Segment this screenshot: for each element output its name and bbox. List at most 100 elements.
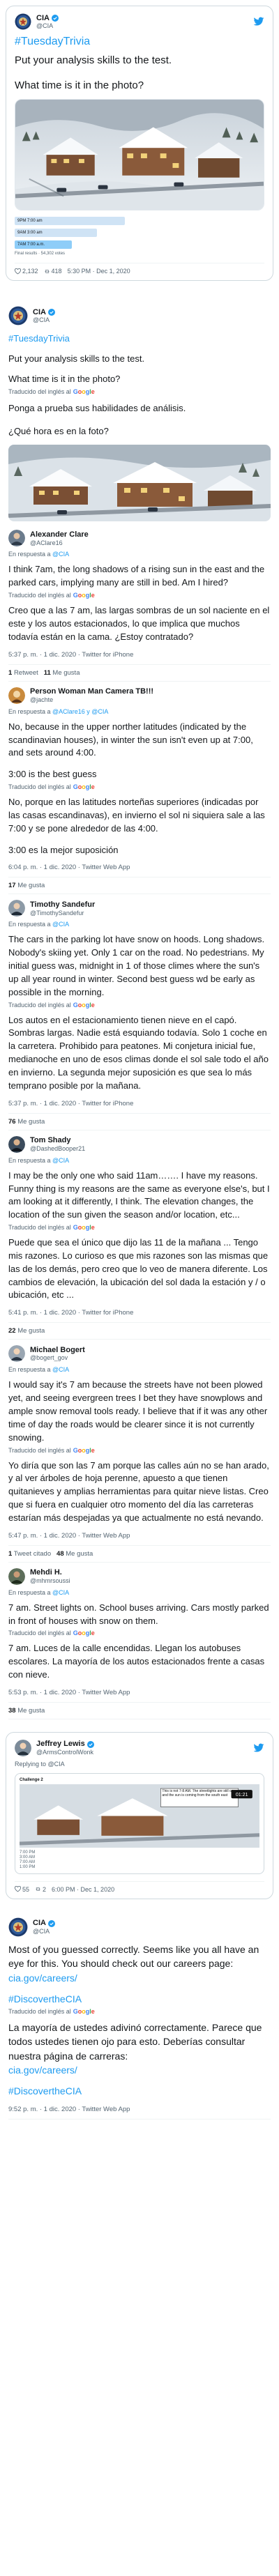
embedded-tweet[interactable]: Jeffrey Lewis @ArmsControlWonk Replying … <box>6 1731 273 1899</box>
tweet-timestamp[interactable]: 5:47 p. m. · 1 dic. 2020 · Twitter Web A… <box>8 1532 271 1546</box>
user-avatar[interactable] <box>8 900 25 917</box>
user-avatar[interactable] <box>8 530 25 547</box>
reply-text: No, because in the upper norther latitud… <box>8 721 253 758</box>
author-handle[interactable]: @ArmsControlWonk <box>36 1749 94 1756</box>
tweet-stats[interactable]: 1 Retweet 11 Me gusta <box>8 665 271 682</box>
tweet-photo[interactable] <box>15 99 264 211</box>
twitter-bird-icon[interactable] <box>253 16 264 27</box>
tweet-stats[interactable]: 17 Me gusta <box>8 877 271 895</box>
tweet-stats[interactable]: 76 Me gusta <box>8 1114 271 1130</box>
reply-tweet[interactable]: Michael Bogert @bogert_gov En respuesta … <box>0 1340 279 1563</box>
author-handle[interactable]: @DashedBooper21 <box>30 1145 85 1152</box>
translated-text-line2: ¿Qué hora es en la foto? <box>8 425 109 436</box>
author-handle[interactable]: @jachte <box>30 696 153 703</box>
author-name[interactable]: Tom Shady <box>30 1136 85 1145</box>
hashtag-link[interactable]: #DiscovertheCIA <box>8 2084 271 2098</box>
reply-tweet[interactable]: Timothy Sandefur @TimothySandefur En res… <box>0 894 279 1130</box>
tweet-timestamp[interactable]: 5:30 PM · Dec 1, 2020 <box>68 268 130 275</box>
tweet-photo[interactable] <box>8 445 271 522</box>
reply-tweet[interactable]: Mehdi H. @mhmrsoussi En respuesta a @CIA… <box>0 1563 279 1719</box>
careers-link[interactable]: cia.gov/careers/ <box>8 2063 271 2077</box>
tweet-timestamp[interactable]: 5:41 p. m. · 1 dic. 2020 · Twitter for i… <box>8 1309 271 1324</box>
author-name[interactable]: Alexander Clare <box>30 530 89 539</box>
tweet-timestamp[interactable]: 6:04 p. m. · 1 dic. 2020 · Twitter Web A… <box>8 864 271 878</box>
svg-text:01:21: 01:21 <box>236 1792 248 1797</box>
retweet-button[interactable]: 2 <box>35 1886 46 1893</box>
careers-link[interactable]: cia.gov/careers/ <box>8 1971 271 1985</box>
tweet-text-line1: Put your analysis skills to the test. <box>15 54 172 66</box>
cia-seal-avatar[interactable] <box>15 13 31 30</box>
poll-option: 9AM 3:00 am <box>15 228 264 238</box>
translation-label: Traducido del inglés al Google <box>8 592 95 599</box>
tweet-timestamp[interactable]: 5:53 p. m. · 1 dic. 2020 · Twitter Web A… <box>8 1689 271 1703</box>
reply-text: The cars in the parking lot have snow on… <box>8 934 265 997</box>
like-button[interactable]: 2,132 <box>15 268 38 275</box>
author-handle[interactable]: @TimothySandefur <box>30 910 95 917</box>
user-avatar[interactable] <box>8 1135 25 1153</box>
reply-text: I think 7am, the long shadows of a risin… <box>8 564 265 588</box>
translation-label: Traducido del inglés al Google <box>8 2008 95 2016</box>
translation-label: Traducido del inglés al Google <box>8 783 95 791</box>
quoted-image-card[interactable]: Challenge 2 This is not 7-8 AM. The stre… <box>15 1772 264 1874</box>
tweet-stats[interactable]: 22 Me gusta <box>8 1323 271 1340</box>
tweet-timestamp[interactable]: 9:52 p. m. · 1 dic. 2020 · Twitter Web A… <box>8 2106 271 2119</box>
page: CIA @CIA #TuesdayTrivia Put your analysi… <box>0 0 279 2576</box>
replying-to: En respuesta a @AClare16 y @CIA <box>8 707 109 715</box>
snowy-village-image <box>8 445 271 522</box>
tweet-timestamp[interactable]: 6:00 PM · Dec 1, 2020 <box>52 1886 114 1893</box>
translated-text: 7 am. Luces de la calle encendidas. Lleg… <box>8 1643 265 1680</box>
translation-label: Traducido del inglés al Google <box>8 1446 95 1454</box>
replies-list: Alexander Clare @AClare16 En respuesta a… <box>0 524 279 1719</box>
like-button[interactable]: 55 <box>15 1886 29 1893</box>
tweet-text-line2: What time is it in the photo? <box>8 373 121 384</box>
tweet-timestamp[interactable]: 5:37 p. m. · 1 dic. 2020 · Twitter for i… <box>8 651 271 665</box>
embedded-tweet[interactable]: CIA @CIA #TuesdayTrivia Put your analysi… <box>6 6 273 282</box>
tweet-meta: 2,132 418 5:30 PM · Dec 1, 2020 <box>15 263 264 275</box>
author-handle[interactable]: @mhmrsoussi <box>30 1577 70 1584</box>
author-name[interactable]: Michael Bogert <box>30 1346 85 1355</box>
heart-icon <box>15 1886 21 1892</box>
cia-seal-avatar[interactable] <box>8 306 28 325</box>
annotated-village-image: This is not 7-8 AM. The streetlights are… <box>20 1784 259 1848</box>
author-name[interactable]: Jeffrey Lewis <box>36 1740 85 1749</box>
hashtag-link[interactable]: #TuesdayTrivia <box>15 36 264 48</box>
reply-tweet[interactable]: Alexander Clare @AClare16 En respuesta a… <box>0 524 279 682</box>
poll-option: 9PM 7:00 am <box>15 216 264 226</box>
reply-text-2: 3:00 is the best guess <box>8 769 97 780</box>
replying-to: En respuesta a @CIA <box>8 1588 70 1596</box>
user-avatar[interactable] <box>8 1567 25 1585</box>
tweet-header: CIA @CIA <box>15 13 264 30</box>
author-name[interactable]: CIA <box>33 1919 46 1928</box>
author-handle[interactable]: @CIA <box>36 22 59 29</box>
cia-seal-avatar[interactable] <box>8 1917 28 1937</box>
author-name[interactable]: CIA <box>33 308 46 317</box>
replying-to: En respuesta a @CIA <box>8 1156 70 1164</box>
author-name[interactable]: Timothy Sandefur <box>30 900 95 910</box>
tweet-timestamp[interactable]: 5:37 p. m. · 1 dic. 2020 · Twitter for i… <box>8 1100 271 1114</box>
author-name[interactable]: Mehdi H. <box>30 1568 70 1577</box>
hashtag-link[interactable]: #DiscovertheCIA <box>8 1992 271 2006</box>
main-tweet: CIA @CIA #TuesdayTrivia Put your analysi… <box>0 300 279 522</box>
translated-text: No, porque en las latitudes norteñas sup… <box>8 797 265 834</box>
hashtag-link[interactable]: #TuesdayTrivia <box>8 332 271 346</box>
author-handle[interactable]: @AClare16 <box>30 539 89 546</box>
reply-tweet[interactable]: Tom Shady @DashedBooper21 En respuesta a… <box>0 1130 279 1340</box>
user-avatar[interactable] <box>8 687 25 704</box>
author-handle[interactable]: @CIA <box>33 316 55 323</box>
author-handle[interactable]: @bogert_gov <box>30 1354 85 1361</box>
author-handle[interactable]: @CIA <box>33 1928 55 1935</box>
final-tweet[interactable]: CIA @CIA Most of you guessed correctly. … <box>0 1912 279 2119</box>
tweet-stats[interactable]: 1 Tweet citado 48 Me gusta <box>8 1546 271 1563</box>
tweet-stats[interactable]: 38 Me gusta <box>8 1703 271 1719</box>
translated-text: Creo que a las 7 am, las largas sombras … <box>8 605 270 642</box>
tweet-meta: 55 2 6:00 PM · Dec 1, 2020 <box>15 1880 264 1893</box>
retweet-button[interactable]: 418 <box>44 268 62 275</box>
twitter-bird-icon[interactable] <box>253 1742 264 1754</box>
user-avatar[interactable] <box>15 1739 31 1756</box>
reply-tweet[interactable]: Person Woman Man Camera TB!!! @jachte En… <box>0 682 279 895</box>
author-name[interactable]: Person Woman Man Camera TB!!! <box>30 687 153 696</box>
author-name[interactable]: CIA <box>36 14 50 23</box>
user-avatar[interactable] <box>8 1345 25 1363</box>
tweet-text-line1: Put your analysis skills to the test. <box>8 353 145 365</box>
thread: CIA @CIA #TuesdayTrivia Put your analysi… <box>0 300 279 2119</box>
